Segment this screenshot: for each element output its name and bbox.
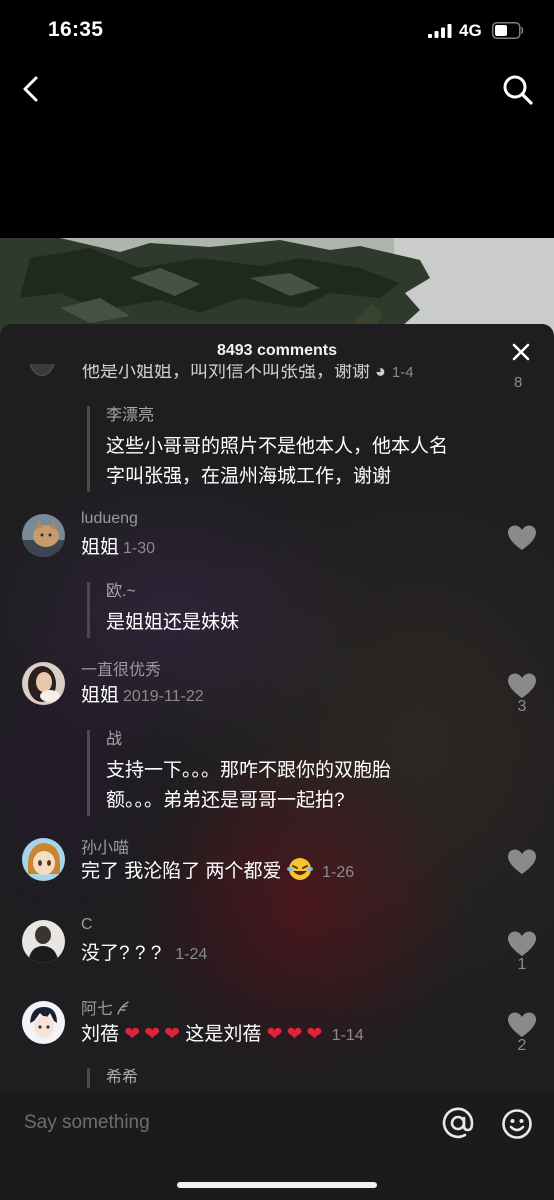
avatar[interactable]	[22, 662, 65, 705]
heart-emoji-icon: ❤	[266, 1024, 283, 1045]
comment-username[interactable]: 一直很优秀	[81, 656, 161, 680]
comments-sheet: 8493 comments 他是小姐姐，叫刘信不叫张强，谢谢 ◕ 1-4 8 李漂…	[0, 324, 554, 1090]
comment-username[interactable]: 阿七	[81, 995, 130, 1019]
heart-icon[interactable]	[507, 1011, 537, 1039]
comment-username[interactable]: C	[81, 916, 93, 934]
comments-list[interactable]: 他是小姐姐，叫刘信不叫张强，谢谢 ◕ 1-4 8 李漂亮 这些小哥哥的照片不是他本…	[0, 364, 554, 1090]
comment-username[interactable]: 孙小喵	[81, 834, 129, 858]
reply-username: 战	[106, 731, 123, 748]
avatar[interactable]	[22, 838, 65, 881]
top-nav	[0, 62, 554, 118]
heart-emoji-icon: ❤	[144, 1024, 161, 1045]
heart-icon[interactable]	[507, 672, 537, 700]
comment-date: 1-24	[175, 946, 208, 963]
avatar[interactable]	[22, 920, 65, 963]
comment-item-partial: 他是小姐姐，叫刘信不叫张强，谢谢 ◕ 1-4 8	[0, 364, 554, 388]
at-icon[interactable]	[441, 1106, 475, 1140]
comment-date: 2019-11-22	[123, 688, 204, 705]
avatar	[28, 364, 56, 376]
reply-username: 李漂亮	[106, 407, 155, 424]
comment-username[interactable]: ludueng	[81, 510, 138, 528]
comment-text: 刘蓓 ❤ ❤ ❤ 这是刘蓓 ❤ ❤ ❤ 1-14	[81, 1024, 364, 1045]
comment-text: 姐姐 1-30	[81, 537, 156, 558]
status-bar: 16:35 4G	[0, 0, 554, 62]
heart-emoji-icon: ❤	[286, 1024, 303, 1045]
like-count: 8	[514, 374, 523, 388]
feather-icon	[117, 1001, 129, 1015]
like-count: 1	[517, 956, 527, 973]
heart-emoji-icon: ❤	[124, 1024, 141, 1045]
heart-emoji-icon: ❤	[306, 1024, 323, 1045]
reply-preview[interactable]: 希希	[87, 1068, 138, 1088]
avatar[interactable]	[22, 514, 65, 557]
comment-date: 1-26	[322, 864, 355, 881]
video-preview[interactable]	[0, 238, 554, 338]
heart-icon[interactable]	[507, 524, 537, 552]
reply-text: 支持一下。。。那咋不跟你的双胞胎 额。。。弟弟还是哥哥一起拍?	[106, 760, 392, 811]
battery-icon	[492, 22, 524, 39]
home-indicator	[177, 1182, 377, 1188]
reply-username: 欧.~	[106, 583, 136, 600]
reply-text: 这些小哥哥的照片不是他本人，他本人名 字叫张强，在温州海城工作，谢谢	[106, 436, 449, 487]
heart-icon[interactable]	[507, 930, 537, 958]
avatar[interactable]	[22, 1001, 65, 1044]
comment-text: 他是小姐姐，叫刘信不叫张强，谢谢 ◕ 1-4	[82, 364, 414, 381]
comment-text: 没了? ? ? 1-24	[81, 943, 208, 964]
like-count: 2	[517, 1037, 527, 1054]
reply-text: 是姐姐还是妹妹	[106, 612, 240, 633]
smiley-icon[interactable]	[501, 1108, 533, 1140]
comment-date: 1-30	[123, 540, 156, 557]
status-time: 16:35	[48, 18, 104, 41]
heart-emoji-icon: ❤	[164, 1024, 181, 1045]
cellular-signal-icon	[428, 24, 452, 38]
reply-username: 希希	[106, 1069, 139, 1086]
search-icon[interactable]	[500, 72, 536, 108]
comment-text: 完了 我沦陷了 两个都爱 1-26	[81, 856, 354, 883]
reply-preview[interactable]: 欧.~ 是姐姐还是妹妹	[87, 582, 239, 638]
back-icon[interactable]	[16, 72, 48, 106]
close-icon[interactable]	[511, 342, 531, 362]
comment-date: 1-14	[331, 1027, 364, 1044]
comments-count: 8493 comments	[216, 342, 338, 359]
heart-icon[interactable]	[507, 848, 537, 876]
network-type: 4G	[459, 21, 482, 40]
pine-tree-image	[0, 238, 430, 338]
reply-preview[interactable]: 战 支持一下。。。那咋不跟你的双胞胎 额。。。弟弟还是哥哥一起拍?	[87, 730, 391, 816]
comment-text: 姐姐 2019-11-22	[81, 685, 204, 706]
comment-input-bar	[0, 1090, 554, 1200]
laughing-emoji-icon	[286, 858, 313, 880]
comment-input[interactable]	[24, 1110, 404, 1136]
like-count: 3	[517, 698, 527, 715]
reply-preview[interactable]: 李漂亮 这些小哥哥的照片不是他本人，他本人名 字叫张强，在温州海城工作，谢谢	[87, 406, 448, 492]
